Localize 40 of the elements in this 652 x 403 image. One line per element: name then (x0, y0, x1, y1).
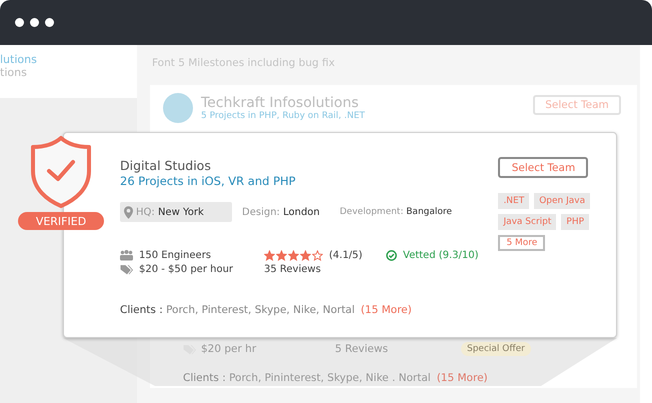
tech-tag: .NET (498, 193, 530, 209)
select-team-button[interactable]: Select Team (533, 95, 621, 115)
company-name: Digital Studios (120, 158, 212, 173)
projects-text: 5 Projects in PHP, Ruby on Rail, .NET (201, 111, 366, 121)
star-icon (276, 250, 287, 261)
vetted-text: Vetted (9.3/10) (403, 250, 479, 261)
people-icon (120, 250, 133, 261)
star-icon (264, 250, 275, 261)
company-name: Techkraft Infosolutions (201, 95, 360, 111)
select-team-button[interactable]: Select Team (498, 157, 588, 178)
tag-icon (120, 264, 133, 275)
rating-text: (4.1/5) (329, 250, 362, 261)
location-pin-icon (124, 206, 133, 218)
window-dot[interactable] (15, 18, 24, 27)
location-text: Development: Bangalore (340, 207, 452, 217)
sidebar-title[interactable]: lutions (0, 53, 137, 66)
window-dot[interactable] (30, 18, 39, 27)
rate-text: $20 - $50 per hour (139, 264, 234, 275)
location-text: HQ: New York (136, 206, 204, 218)
sidebar-subtitle: tions (0, 66, 28, 79)
window-dot[interactable] (45, 18, 54, 27)
location-text: Design: London (242, 206, 320, 218)
tech-tag: Java Script (498, 214, 556, 230)
rate-text: $20 per hr (201, 343, 258, 355)
engineers-text: 150 Engineers (139, 250, 212, 261)
clients-text: Clients : Porch, Pininterest, Skype, Nike . Nortal (15 More) (183, 372, 489, 384)
reviews-text: 5 Reviews (335, 343, 389, 355)
clients-text: Clients : Porch, Pinterest, Skype, Nike, Nortal (15 More) (120, 304, 412, 316)
reviews-text: 35 Reviews (264, 264, 322, 275)
tech-tag: PHP (561, 214, 590, 230)
more-tags-button[interactable]: 5 More (498, 235, 546, 251)
avatar (163, 93, 193, 123)
check-circle-icon (386, 250, 397, 261)
star-icon (300, 250, 311, 261)
special-offer-badge: Special Offer (461, 342, 531, 356)
star-icon (312, 250, 323, 261)
projects-text: 26 Projects in iOS, VR and PHP (120, 174, 297, 188)
star-icon (288, 250, 299, 261)
tech-tag: Open Java (534, 193, 590, 209)
verified-badge: VERIFIED (18, 212, 104, 230)
